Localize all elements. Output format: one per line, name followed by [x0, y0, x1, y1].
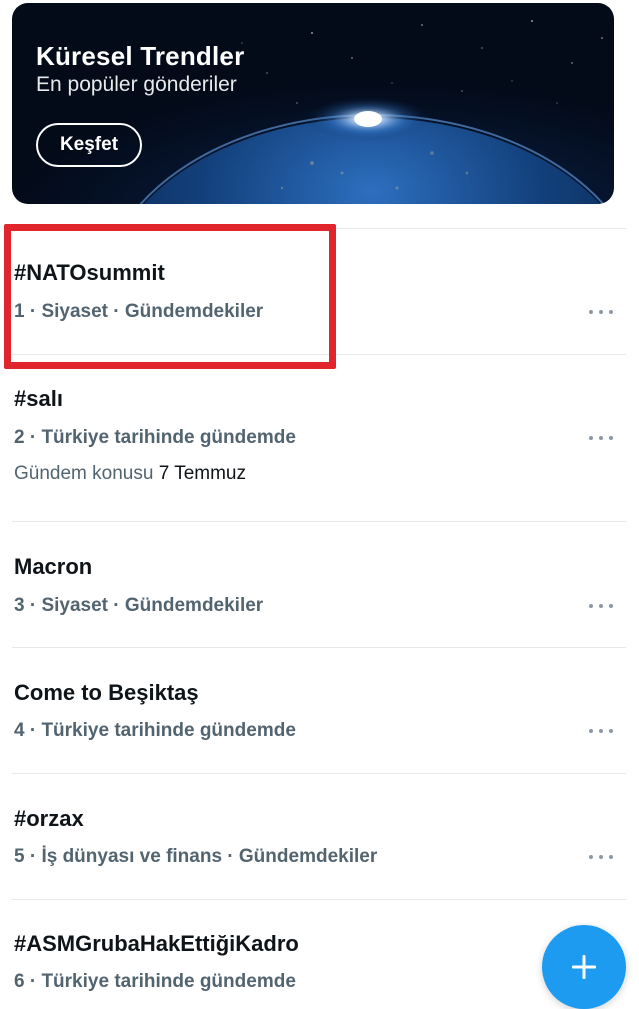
more-horizontal-icon[interactable] — [589, 851, 613, 863]
plus-icon — [572, 955, 596, 979]
trend-title: #orzax — [14, 806, 84, 831]
trend-item-4[interactable]: Come to Beşiktaş 4 · Türkiye tarihinde g… — [0, 648, 639, 773]
trend-item-2[interactable]: #salı 2 · Türkiye tarihinde gündemde Gün… — [0, 355, 639, 521]
trend-meta: 3 · Siyaset · Gündemdekiler — [14, 595, 264, 616]
trend-title: #NATOsummit — [14, 260, 165, 285]
earth-space-image — [139, 20, 605, 204]
trend-context-label: Gündem konusu — [14, 463, 154, 484]
trend-item-3[interactable]: Macron 3 · Siyaset · Gündemdekiler — [0, 522, 639, 647]
trend-context: Gündem konusu 7 Temmuz — [14, 463, 246, 485]
trend-context-date: 7 Temmuz — [158, 463, 246, 484]
explore-button[interactable]: Keşfet — [36, 123, 142, 167]
trend-title: Come to Beşiktaş — [14, 680, 199, 705]
trend-item-6[interactable]: #ASMGrubaHakEttiğiKadro 6 · Türkiye tari… — [0, 900, 639, 1004]
trend-meta: 6 · Türkiye tarihinde gündemde — [14, 971, 296, 992]
compose-post-button[interactable] — [542, 925, 626, 1009]
trend-item-1[interactable]: #NATOsummit 1 · Siyaset · Gündemdekiler — [0, 229, 639, 354]
global-trends-banner[interactable]: Küresel Trendler En popüler gönderiler K… — [12, 3, 614, 204]
more-horizontal-icon[interactable] — [589, 725, 613, 737]
trend-title: Macron — [14, 554, 93, 579]
banner-title: Küresel Trendler — [36, 41, 245, 71]
more-horizontal-icon[interactable] — [589, 306, 613, 318]
banner-subtitle: En popüler gönderiler — [36, 73, 237, 96]
trend-title: #salı — [14, 386, 63, 411]
more-horizontal-icon[interactable] — [589, 432, 613, 444]
trend-meta: 2 · Türkiye tarihinde gündemde — [14, 427, 296, 448]
trend-item-5[interactable]: #orzax 5 · İş dünyası ve finans · Gündem… — [0, 774, 639, 899]
more-horizontal-icon[interactable] — [589, 600, 613, 612]
trend-meta: 4 · Türkiye tarihinde gündemde — [14, 720, 296, 741]
trend-meta: 5 · İş dünyası ve finans · Gündemdekiler — [14, 846, 378, 867]
trend-title: #ASMGrubaHakEttiğiKadro — [14, 931, 299, 956]
trend-meta: 1 · Siyaset · Gündemdekiler — [14, 301, 264, 322]
